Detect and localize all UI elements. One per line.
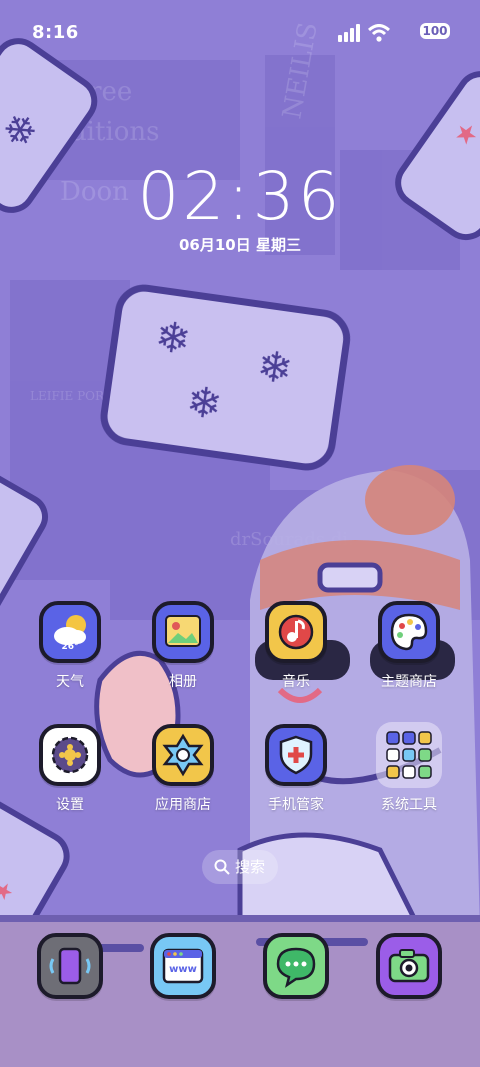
app-gallery[interactable]: 相册 — [135, 601, 231, 691]
app-folder-system-tools[interactable]: 系统工具 — [361, 722, 457, 814]
search-icon — [214, 859, 230, 875]
search-label: 搜索 — [235, 858, 266, 876]
dock-browser[interactable]: www — [135, 933, 231, 999]
app-label: 系统工具 — [381, 797, 437, 813]
home-date[interactable]: 06月10日 星期三 — [0, 234, 480, 255]
dock-messages[interactable] — [248, 933, 344, 999]
battery-icon: 100 — [420, 23, 450, 39]
app-label: 天气 — [56, 674, 84, 690]
signal-icon — [338, 24, 360, 42]
app-label: 音乐 — [282, 674, 310, 690]
home-clock[interactable]: 02:36 — [0, 158, 480, 235]
status-icons: 100 — [338, 22, 450, 44]
dock-camera[interactable] — [361, 933, 457, 999]
app-label: 应用商店 — [155, 797, 211, 813]
svg-text:❄: ❄ — [152, 311, 194, 364]
status-bar: 8:16 100 — [0, 0, 480, 66]
theme-store-icon — [378, 601, 440, 663]
browser-icon: www — [150, 933, 216, 999]
security-icon — [265, 724, 327, 786]
app-label: 手机管家 — [268, 797, 324, 813]
phone-icon — [37, 933, 103, 999]
app-label: 设置 — [56, 797, 84, 813]
app-theme-store[interactable]: 主题商店 — [361, 601, 457, 691]
folder-icon — [376, 722, 442, 788]
messages-icon — [263, 933, 329, 999]
browser-icon-text: www — [169, 964, 197, 975]
svg-text:❄: ❄ — [254, 341, 296, 394]
app-label: 主题商店 — [381, 674, 437, 690]
wifi-icon — [368, 24, 390, 42]
dock-phone[interactable] — [22, 933, 118, 999]
search-button[interactable]: 搜索 — [202, 850, 278, 884]
weather-temp: 26° — [61, 642, 79, 652]
music-icon — [265, 601, 327, 663]
app-label: 相册 — [169, 674, 197, 690]
camera-icon — [376, 933, 442, 999]
gallery-icon — [152, 601, 214, 663]
app-store[interactable]: 应用商店 — [135, 724, 231, 814]
app-security[interactable]: 手机管家 — [248, 724, 344, 814]
app-settings[interactable]: 设置 — [22, 724, 118, 814]
weather-icon: 26° — [39, 601, 101, 663]
svg-text:❄: ❄ — [183, 376, 225, 429]
app-music[interactable]: 音乐 — [248, 601, 344, 691]
svg-text:LEIFIE PORT: LEIFIE PORT — [30, 389, 112, 403]
settings-icon — [39, 724, 101, 786]
app-weather[interactable]: 26° 天气 — [22, 601, 118, 691]
app-store-icon — [152, 724, 214, 786]
status-time: 8:16 — [32, 22, 79, 43]
